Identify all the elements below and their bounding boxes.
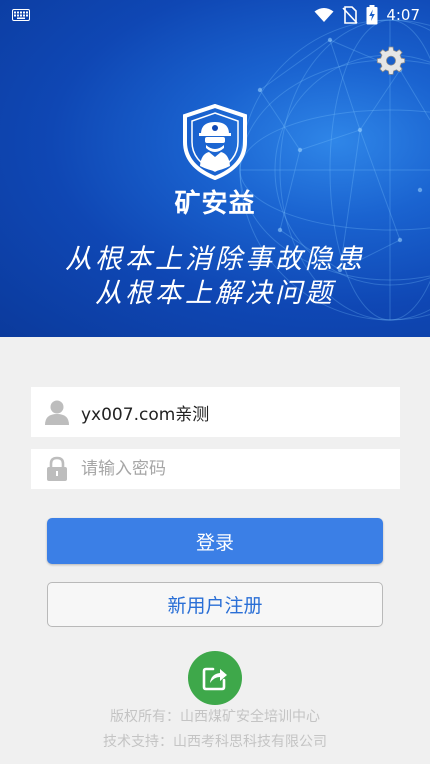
no-sim-icon (342, 6, 358, 24)
slogan-line-2: 从根本上解决问题 (95, 278, 335, 309)
password-field[interactable] (31, 449, 400, 489)
status-right-group: 4:07 (314, 4, 420, 26)
wifi-icon (314, 8, 334, 22)
password-input[interactable] (81, 449, 381, 489)
login-button[interactable]: 登录 (47, 518, 383, 564)
header-banner: 4:07 矿安益 从根本上消除事故隐患 从根本上解决问题 (0, 0, 430, 337)
miner-shield-logo-icon (183, 104, 247, 180)
copyright-text: 版权所有：山西煤矿安全培训中心 (110, 709, 320, 725)
battery-charging-icon (366, 5, 378, 25)
username-field[interactable] (31, 387, 400, 437)
status-time: 4:07 (386, 6, 420, 24)
app-name: 矿安益 (174, 189, 256, 219)
tech-support-text: 技术支持：山西考科思科技有限公司 (103, 734, 327, 750)
user-icon (45, 400, 69, 425)
lock-icon (47, 456, 67, 481)
share-icon (202, 667, 227, 691)
share-button[interactable] (188, 651, 242, 705)
keyboard-icon (12, 9, 30, 21)
register-button[interactable]: 新用户注册 (47, 582, 383, 627)
login-screen: 4:07 矿安益 从根本上消除事故隐患 从根本上解决问题 yx007.com亲测… (0, 0, 430, 764)
gear-icon[interactable] (376, 45, 406, 75)
status-bar: 4:07 (0, 0, 430, 30)
username-input[interactable] (81, 387, 381, 437)
